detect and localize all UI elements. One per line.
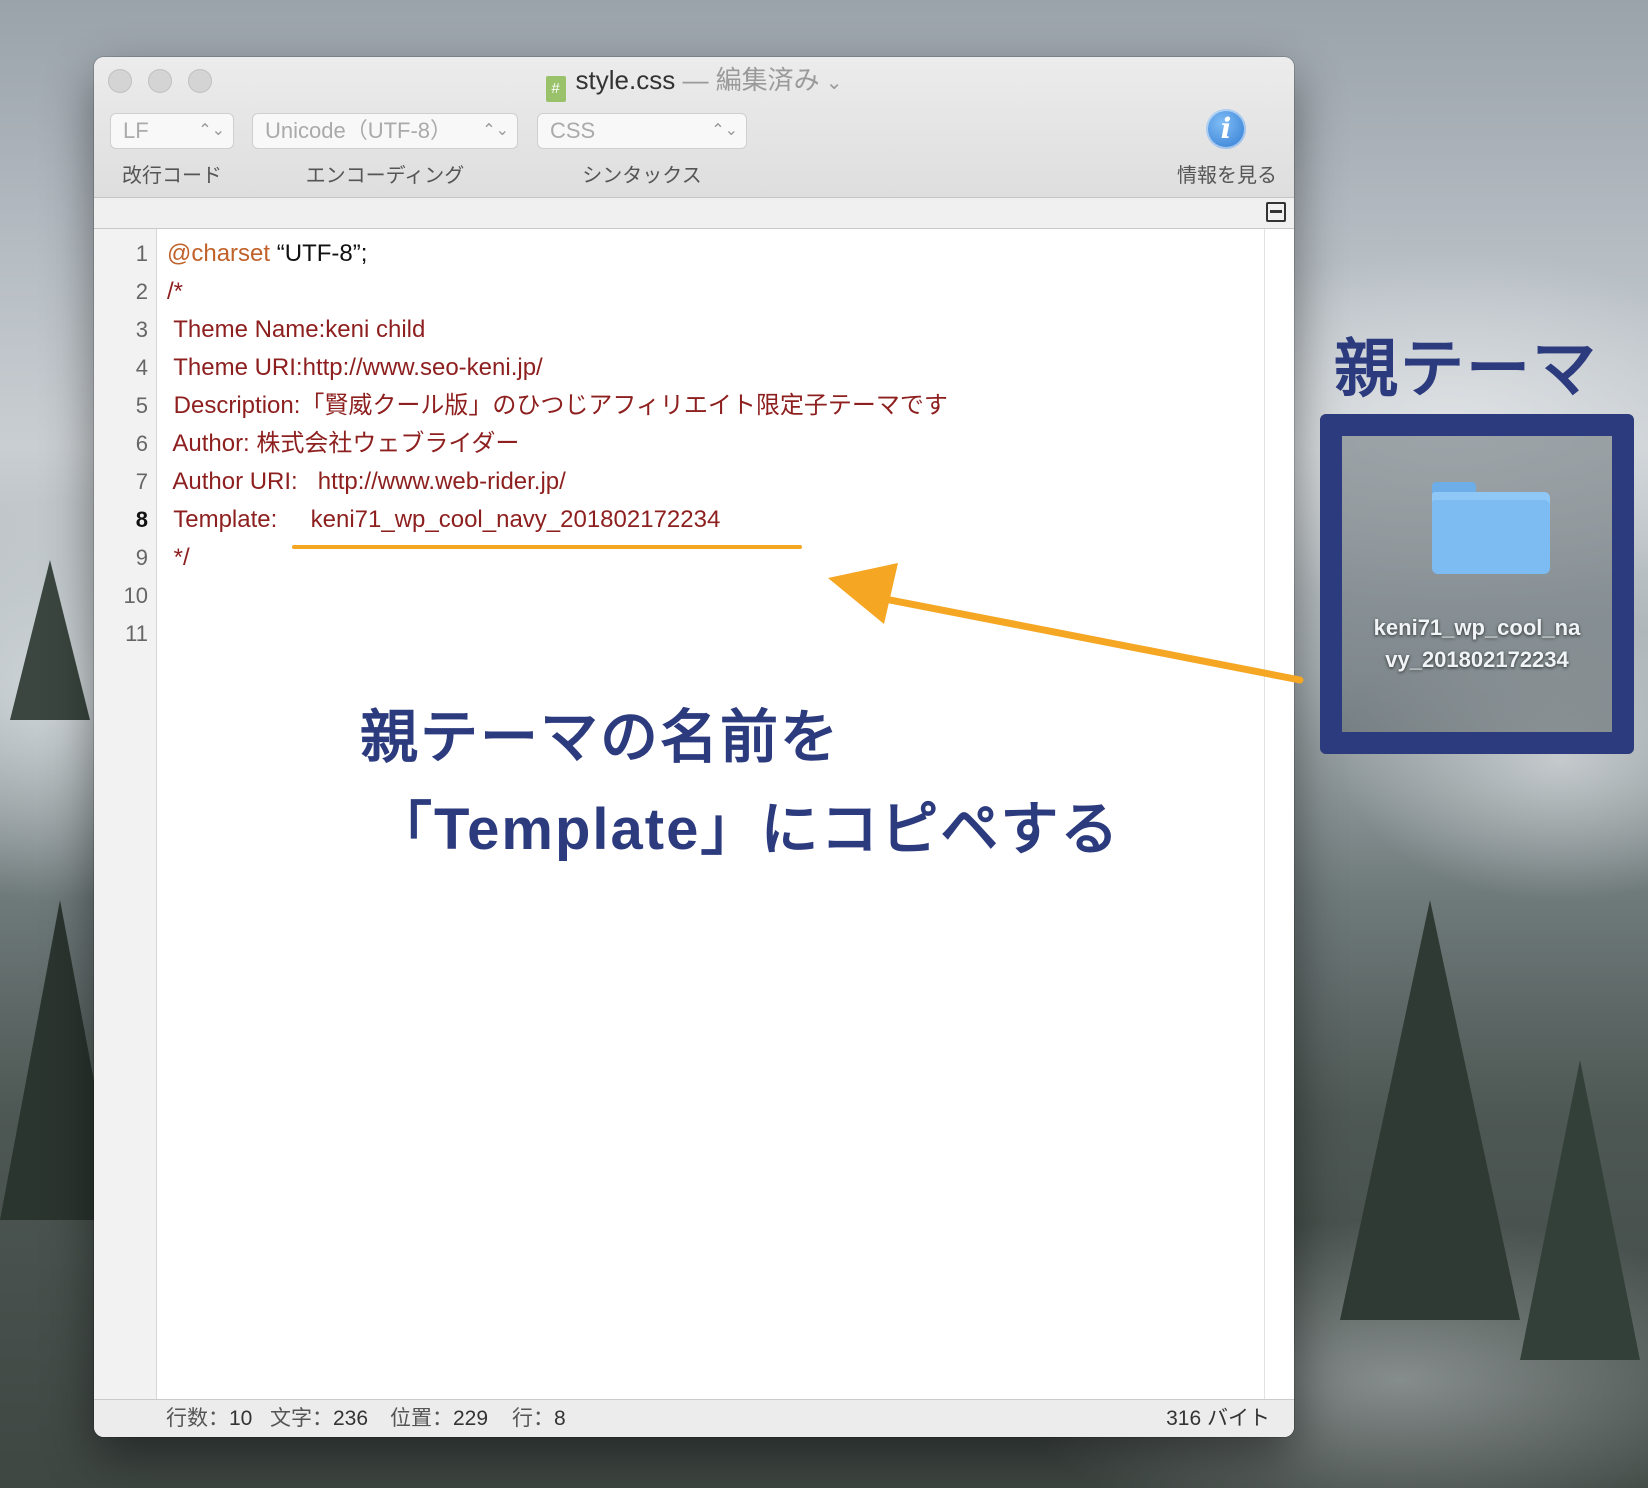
parent-theme-folder-highlight: keni71_wp_cool_na vy_201802172234 (1320, 414, 1634, 754)
annotation-line-2: 「Template」にコピペする (374, 797, 1121, 862)
parent-theme-label: 親テーマ (1334, 333, 1598, 405)
folder-name-line-1: keni71_wp_cool_na (1373, 615, 1581, 640)
folder-name-line-2: vy_201802172234 (1385, 647, 1569, 672)
folder-icon[interactable] (1432, 482, 1550, 574)
annotation-line-1: 親テーマの名前を (360, 705, 841, 770)
folder-name[interactable]: keni71_wp_cool_na vy_201802172234 (1342, 612, 1612, 676)
